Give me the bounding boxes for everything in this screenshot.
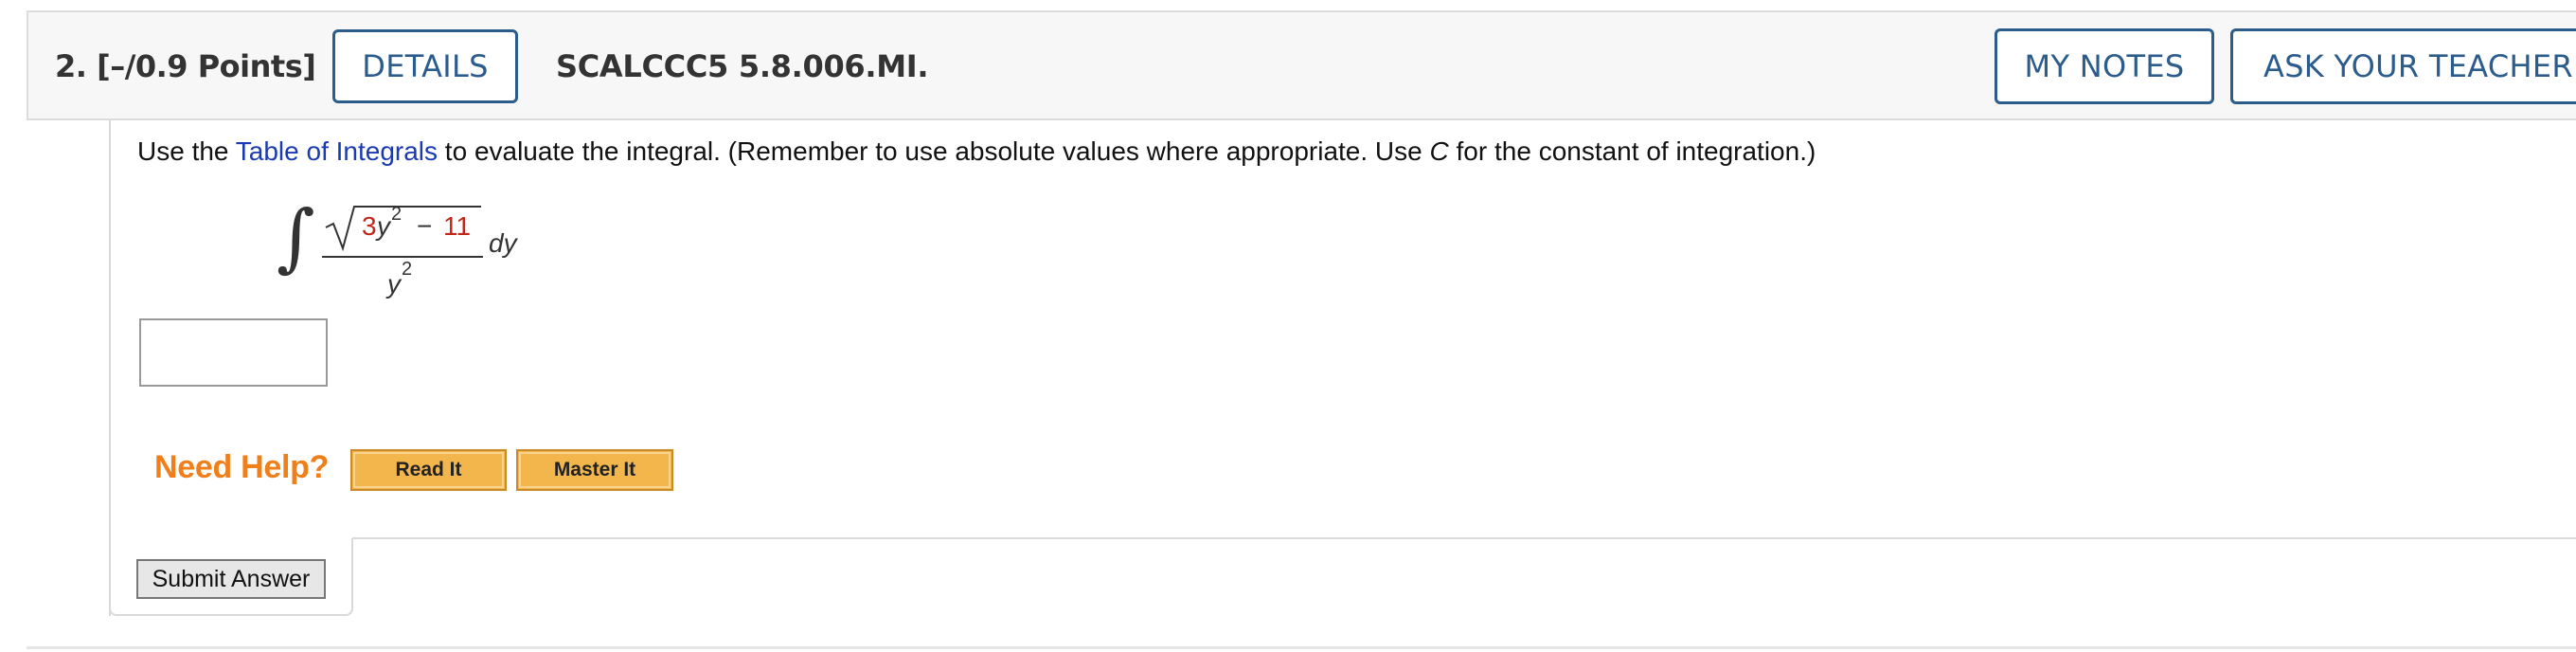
details-button[interactable]: DETAILS: [332, 29, 518, 103]
question-points: 2. [–/0.9 Points]: [55, 48, 316, 84]
answer-input[interactable]: [139, 318, 328, 387]
master-it-button[interactable]: Master It: [516, 449, 673, 491]
numerator-coefficient: 3: [362, 211, 377, 241]
need-help-label: Need Help?: [154, 449, 330, 485]
numerator-minus: −: [417, 211, 433, 241]
constant-variable: C: [1429, 136, 1449, 166]
ask-your-teacher-button[interactable]: ASK YOUR TEACHER: [2230, 28, 2576, 104]
question-bottom-divider: [27, 646, 2576, 649]
problem-code: SCALCCC5 5.8.006.MI.: [556, 48, 929, 84]
prompt-text-start: Use the: [137, 136, 236, 166]
prompt-text-end: for the constant of integration.): [1448, 136, 1816, 166]
question-prompt: Use the Table of Integrals to evaluate t…: [137, 136, 1816, 167]
denominator-exponent: 2: [402, 259, 413, 280]
submit-answer-button[interactable]: Submit Answer: [136, 559, 326, 599]
question-body-panel: [109, 119, 2576, 616]
divider: [352, 537, 2576, 539]
table-of-integrals-link[interactable]: Table of Integrals: [236, 136, 438, 166]
read-it-button[interactable]: Read It: [350, 449, 507, 491]
my-notes-button[interactable]: MY NOTES: [1995, 28, 2214, 104]
numerator-variable: y: [377, 211, 390, 241]
denominator-variable: y: [387, 269, 401, 299]
prompt-text-middle: to evaluate the integral. (Remember to u…: [438, 136, 1430, 166]
differential: dy: [489, 228, 517, 258]
numerator-constant: 11: [443, 211, 472, 241]
integral-sign: ∫: [277, 195, 315, 281]
numerator-exponent: 2: [391, 204, 402, 225]
fraction-bar: [322, 256, 483, 258]
